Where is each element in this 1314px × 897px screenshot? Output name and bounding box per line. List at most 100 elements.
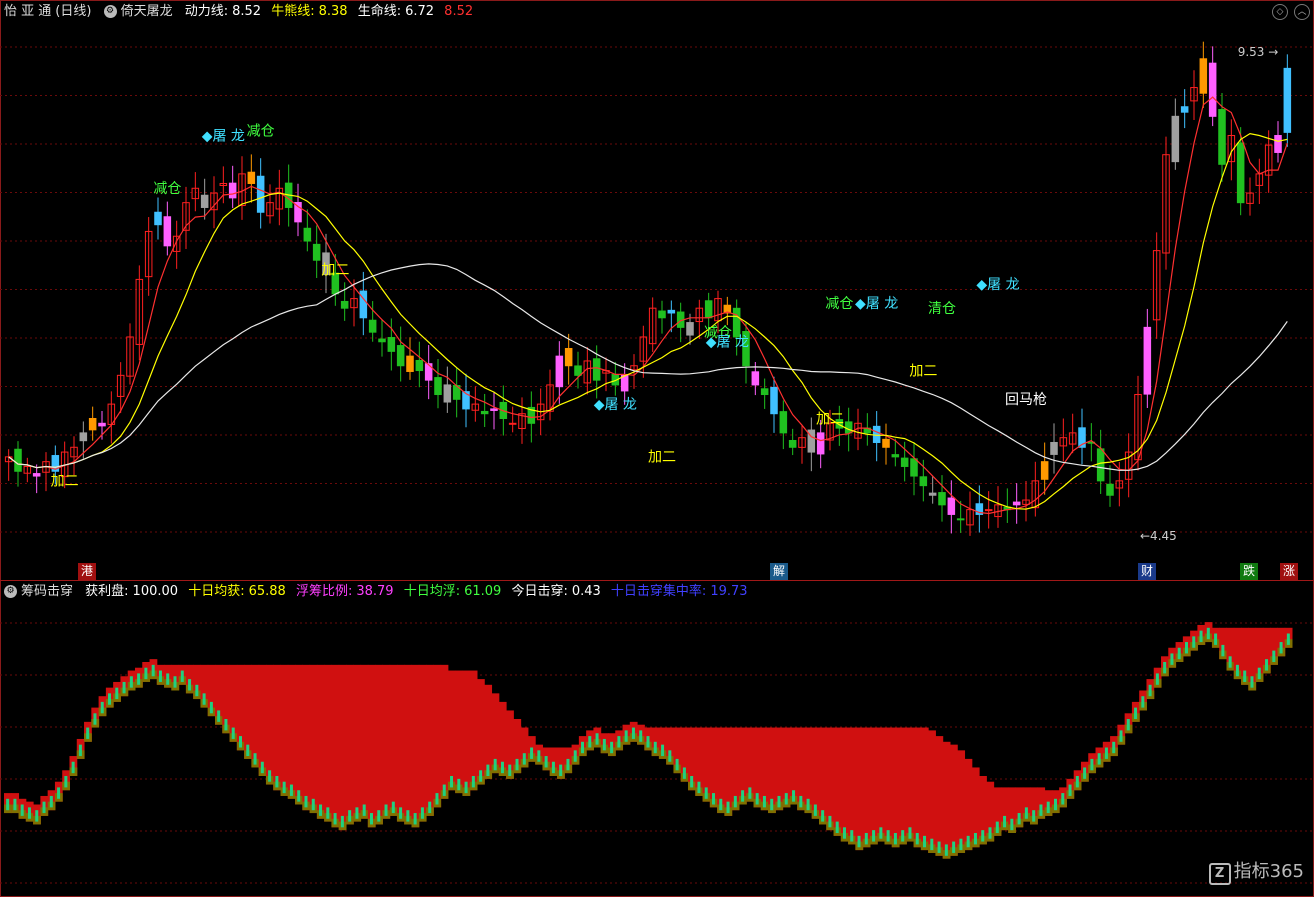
chip-band: [404, 664, 413, 825]
tag-gang[interactable]: 港: [78, 563, 97, 580]
sub-item-label: 今日击穿:: [511, 584, 568, 599]
tag-die[interactable]: 跌: [1240, 563, 1259, 580]
candle-body: [658, 310, 666, 319]
profit-bar: [1090, 758, 1094, 771]
candle-body: [872, 425, 881, 443]
candle-body: [387, 337, 396, 352]
chip-band: [309, 664, 318, 814]
candle-body: [443, 384, 452, 403]
candle-body: [760, 388, 769, 396]
candle-body: [900, 457, 909, 467]
profit-bar: [813, 804, 817, 816]
chip-band: [848, 727, 856, 845]
profit-bar: [406, 810, 410, 822]
profit-bar: [78, 744, 82, 757]
profit-bar: [1235, 664, 1239, 677]
signal-label: 加二: [909, 363, 937, 379]
profit-bar: [428, 801, 432, 814]
chip-band: [280, 664, 289, 796]
profit-bar: [464, 781, 468, 794]
profit-bar: [1061, 793, 1065, 805]
chip-band: [389, 664, 398, 816]
candle-body: [919, 476, 928, 487]
candle-body: [1283, 67, 1292, 133]
profit-bar: [755, 793, 759, 805]
profit-bar: [122, 681, 126, 694]
sub-item-label: 获利盘:: [85, 584, 129, 599]
profit-bar: [1104, 747, 1108, 759]
candle-body: [751, 371, 760, 386]
chip-band: [367, 664, 376, 828]
profit-bar: [777, 795, 781, 808]
watermark-text: 指标365: [1233, 861, 1304, 882]
candle-body: [256, 175, 265, 213]
chip-band: [447, 670, 456, 791]
chip-band: [418, 664, 427, 822]
chip-band: [324, 664, 332, 822]
tag-jie[interactable]: 解: [770, 563, 789, 580]
profit-bar: [864, 833, 868, 845]
profit-bar: [610, 741, 614, 754]
candle-body: [79, 432, 88, 442]
candle-body: [956, 518, 965, 521]
sub-item-label: 十日均浮:: [403, 584, 461, 599]
candle-body: [88, 418, 97, 431]
sub-item-value: 61.09: [464, 584, 502, 599]
signal-label: 加二: [816, 411, 844, 427]
profit-bar: [617, 736, 621, 748]
sub-item-value: 100.00: [132, 584, 179, 599]
profit-bar: [115, 687, 119, 700]
chip-band: [891, 727, 900, 848]
chip-band: [913, 727, 922, 848]
candle-body: [406, 355, 414, 372]
chip-band: [302, 664, 311, 811]
sub-item-value: 0.43: [571, 584, 601, 599]
candle-body: [480, 410, 489, 415]
profit-bar: [952, 841, 956, 853]
profit-bar: [959, 838, 963, 851]
profit-bar: [217, 710, 221, 722]
profit-bar: [508, 764, 512, 776]
candle-body: [1171, 115, 1180, 163]
candle-body: [732, 307, 741, 338]
chip-band: [826, 727, 835, 831]
profit-bar: [602, 738, 606, 751]
profit-bar: [471, 776, 475, 788]
chip-band: [949, 744, 958, 856]
profit-bar: [27, 807, 31, 819]
profit-bar: [297, 790, 301, 802]
chip-band: [273, 664, 282, 791]
profit-bar: [697, 781, 701, 794]
settings-icon[interactable]: ⚙: [4, 585, 17, 598]
signal-label: 清仓: [928, 301, 956, 317]
profit-bar: [282, 781, 286, 794]
candle-body: [434, 377, 442, 396]
profit-bar: [100, 701, 104, 714]
chip-band: [833, 727, 842, 836]
chip-band: [251, 664, 260, 768]
profit-bar: [71, 761, 75, 774]
chip-band: [877, 727, 885, 842]
candle-body: [704, 300, 713, 319]
profit-bar: [493, 758, 497, 771]
profit-bar: [704, 787, 708, 799]
signal-label: 回马枪: [1005, 391, 1047, 408]
profit-bar: [1024, 807, 1028, 819]
profit-bar: [842, 827, 846, 839]
profit-bar: [544, 756, 548, 768]
profit-bar: [1112, 741, 1116, 754]
profit-bar: [639, 730, 643, 742]
chip-band: [346, 664, 354, 825]
candle-body: [770, 386, 778, 415]
profit-bar: [289, 784, 293, 796]
chip-band: [899, 727, 907, 845]
chip-band: [433, 664, 442, 808]
tag-cai[interactable]: 财: [1138, 563, 1157, 580]
sub-indicator-name[interactable]: 筹码击穿: [21, 584, 73, 599]
chip-band: [316, 664, 325, 819]
signal-label: 加二: [321, 263, 349, 279]
profit-bar: [64, 776, 68, 788]
profit-bar: [20, 804, 24, 816]
tag-zhang[interactable]: 涨: [1280, 563, 1299, 580]
signal-label: ◆屠 龙: [706, 335, 749, 351]
